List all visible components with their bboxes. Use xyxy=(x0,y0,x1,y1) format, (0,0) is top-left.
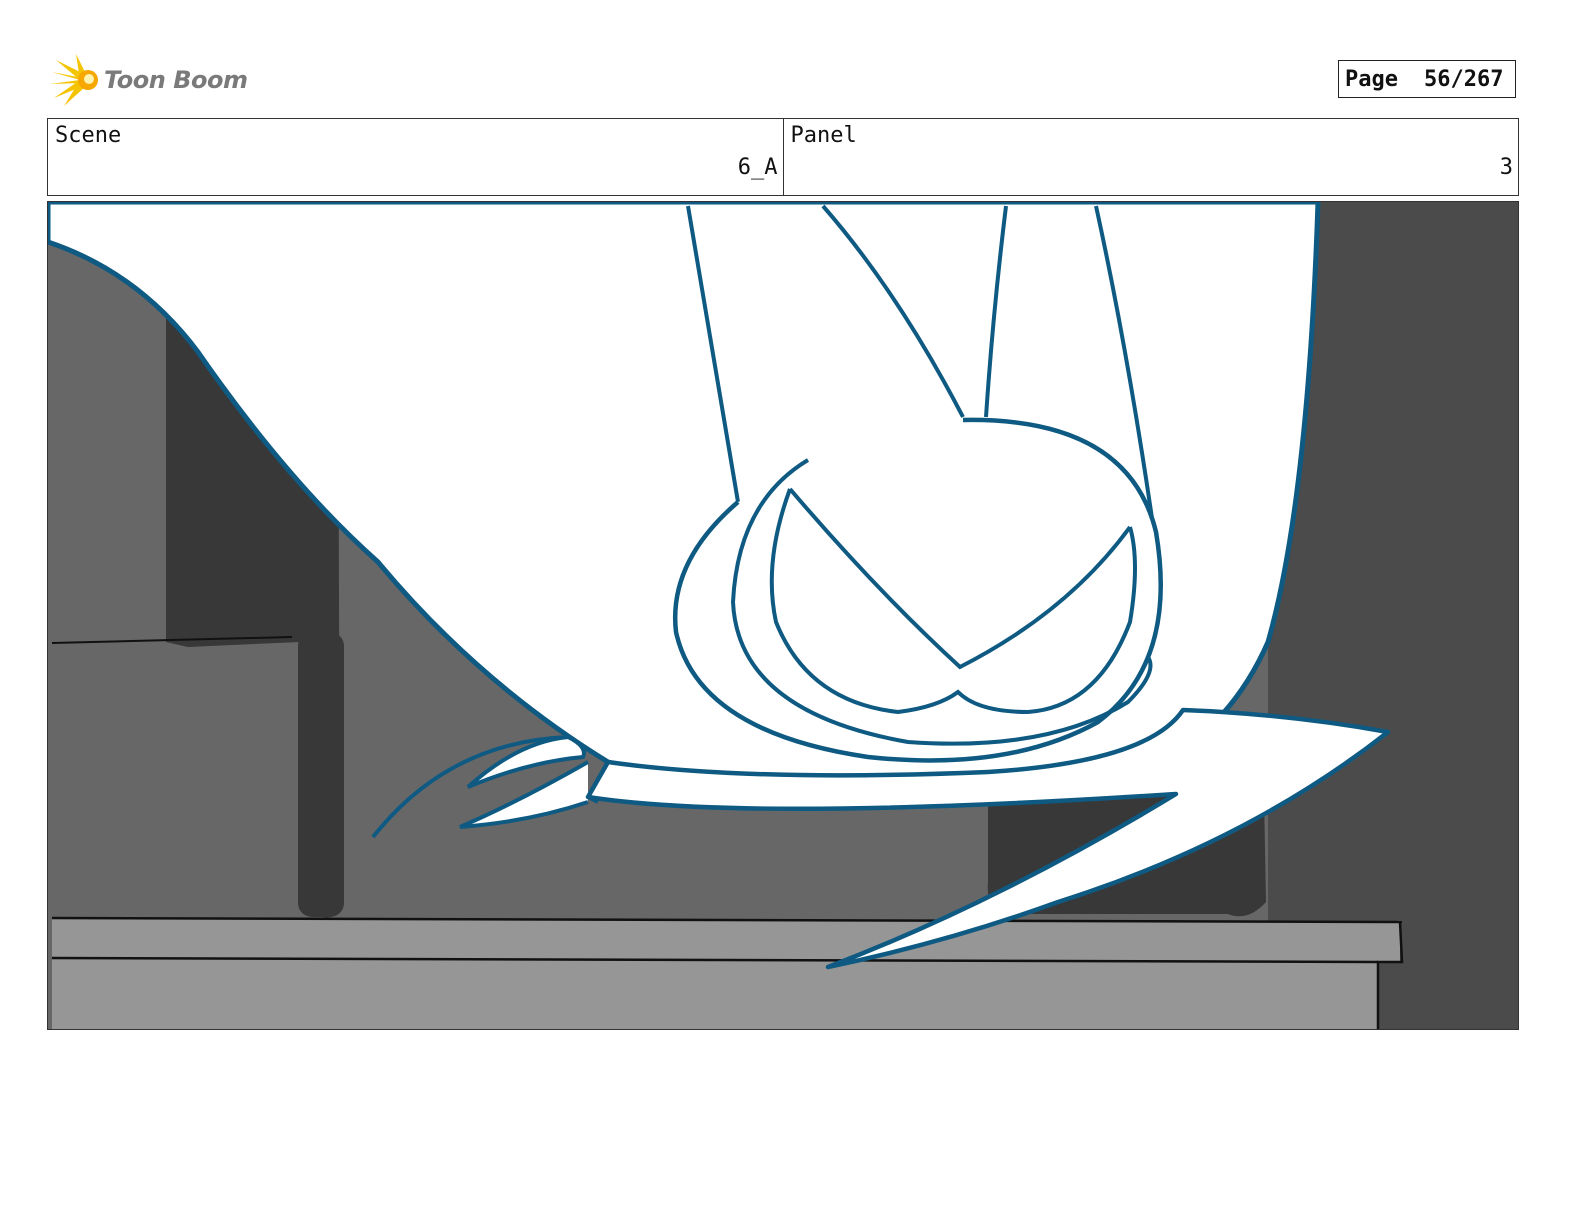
panel-label: Panel xyxy=(790,123,857,148)
scene-value: 6_A xyxy=(737,155,778,180)
page-label: Page xyxy=(1345,66,1398,92)
table-top xyxy=(52,918,1400,1029)
page-indicator: Page 56/267 xyxy=(1338,60,1516,98)
storyboard-panel-drawing xyxy=(47,201,1519,1030)
scene-panel-info: Scene 6_A Panel 3 xyxy=(47,118,1519,196)
panel-value: 3 xyxy=(1499,155,1513,180)
left-pillar xyxy=(298,632,344,917)
panel-artwork xyxy=(48,202,1518,1029)
panel-cell: Panel 3 xyxy=(782,119,1519,195)
scene-label: Scene xyxy=(55,123,122,148)
page-number: 56/267 xyxy=(1423,66,1504,92)
toon-boom-logo: Toon Boom xyxy=(50,52,250,108)
scene-cell: Scene 6_A xyxy=(48,119,783,195)
logo-text: Toon Boom xyxy=(104,66,248,94)
starburst-icon xyxy=(50,54,98,106)
